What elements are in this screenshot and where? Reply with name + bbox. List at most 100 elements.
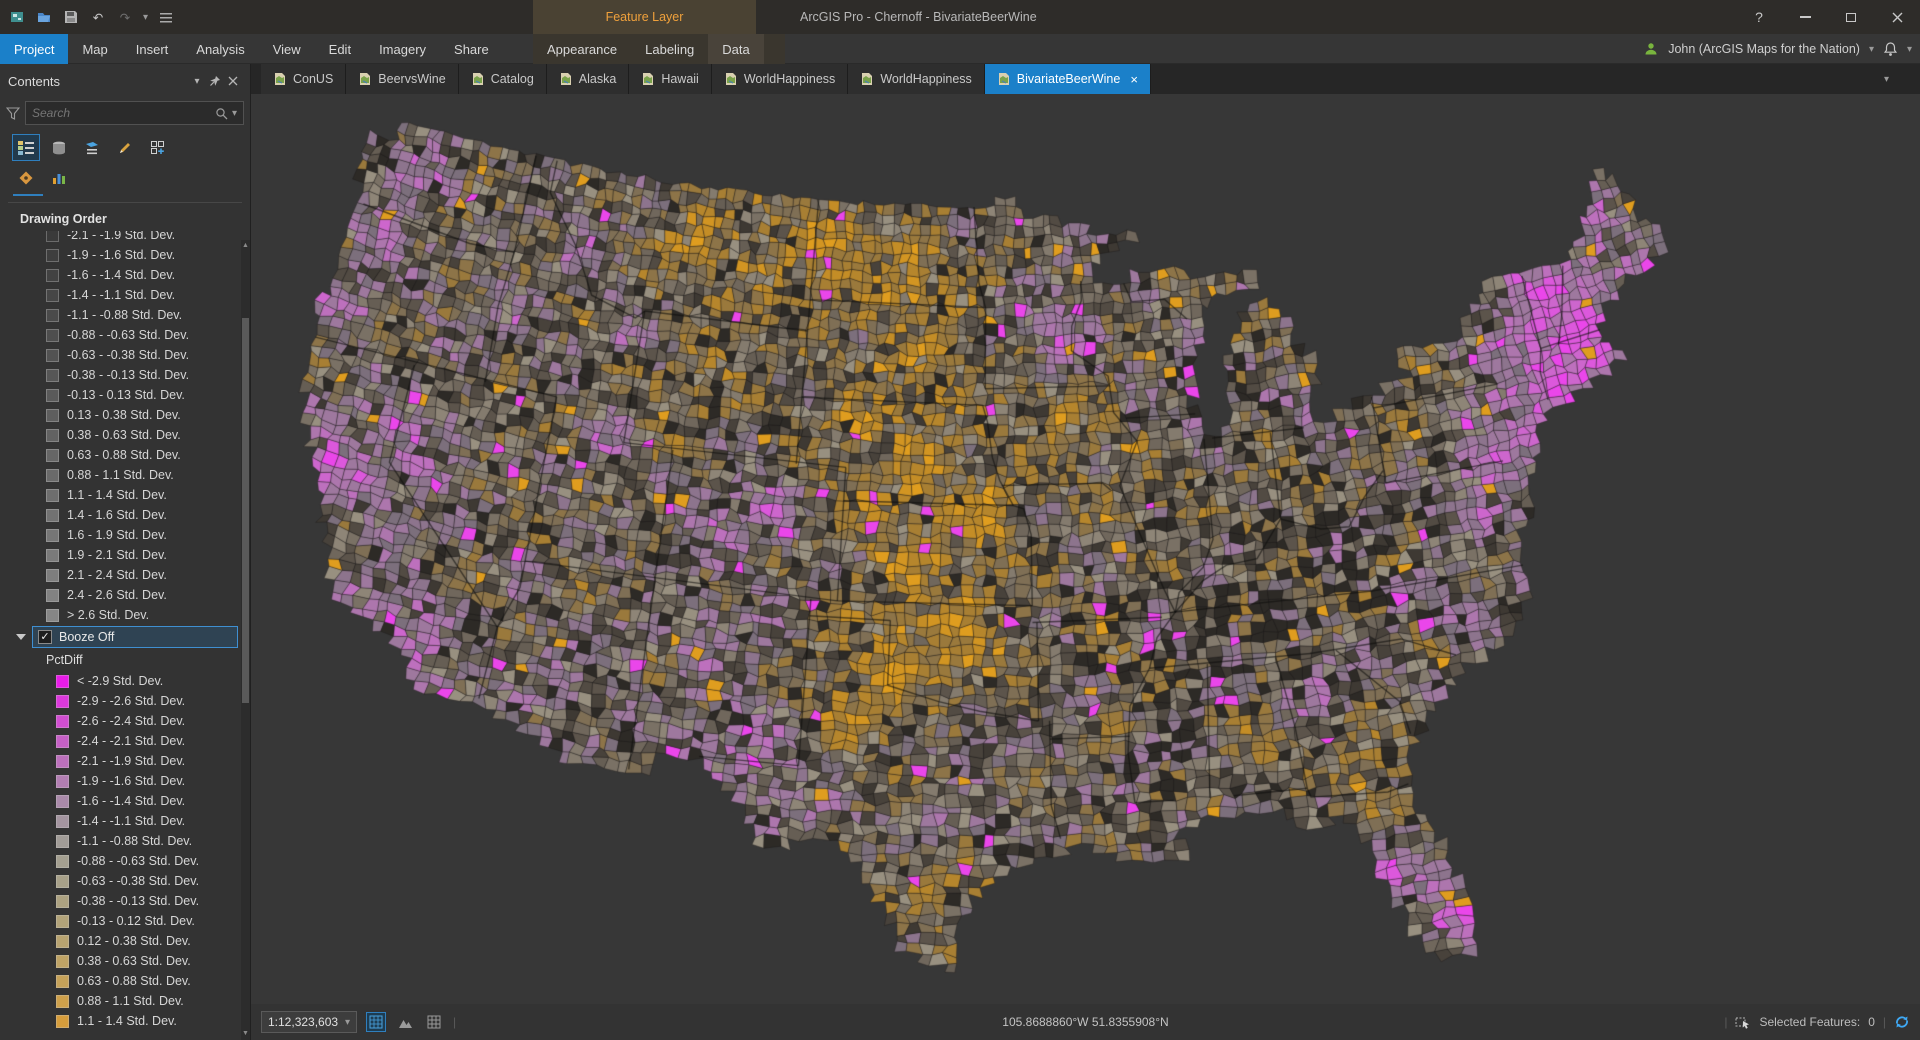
ribbon-tab[interactable]: Insert (122, 34, 183, 64)
search-input[interactable] (32, 106, 211, 120)
list-by-selection-icon[interactable] (78, 134, 106, 161)
legend-class-row[interactable]: -1.9 - -1.6 Std. Dev. (0, 771, 250, 791)
list-by-data-source-icon[interactable] (45, 134, 73, 161)
project-icon[interactable] (8, 8, 26, 26)
legend-class-row[interactable]: 1.9 - 2.1 Std. Dev. (0, 545, 250, 565)
legend-class-row[interactable]: 1.1 - 1.4 Std. Dev. (0, 485, 250, 505)
legend-class-row[interactable]: -0.63 - -0.38 Std. Dev. (0, 871, 250, 891)
layer-visibility-checkbox[interactable]: ✓ (38, 630, 52, 644)
legend-class-row[interactable]: -0.13 - 0.12 Std. Dev. (0, 911, 250, 931)
legend-class-row[interactable]: -0.88 - -0.63 Std. Dev. (0, 325, 250, 345)
view-tab[interactable]: BeervsWine × (346, 64, 459, 94)
notifications-bell-icon[interactable] (1883, 41, 1898, 57)
view-tab[interactable]: Hawaii × (629, 64, 712, 94)
legend-class-row[interactable]: -0.38 - -0.13 Std. Dev. (0, 365, 250, 385)
ribbon-tab[interactable]: Project (0, 34, 69, 64)
legend-class-row[interactable]: -1.4 - -1.1 Std. Dev. (0, 811, 250, 831)
terrain-mode-icon[interactable] (395, 1012, 415, 1032)
legend-class-row[interactable]: 0.88 - 1.1 Std. Dev. (0, 991, 250, 1011)
legend-class-row[interactable]: -1.1 - -0.88 Std. Dev. (0, 305, 250, 325)
selected-layer-box[interactable]: ✓ Booze Off (32, 626, 238, 648)
legend-class-row[interactable]: 0.12 - 0.38 Std. Dev. (0, 931, 250, 951)
legend-class-row[interactable]: > 2.6 Std. Dev. (0, 605, 250, 625)
legend-class-row[interactable]: -0.88 - -0.63 Std. Dev. (0, 851, 250, 871)
layer-expander-icon[interactable] (16, 634, 26, 640)
legend-class-row[interactable]: -2.4 - -2.1 Std. Dev. (0, 731, 250, 751)
quick-access-caret-icon[interactable]: ▾ (143, 12, 148, 23)
contextual-tab-group[interactable]: Feature Layer (533, 0, 756, 34)
scrollbar-thumb[interactable] (242, 318, 249, 703)
customize-toolbar-icon[interactable] (157, 8, 175, 26)
list-by-snapping-icon[interactable] (144, 134, 172, 161)
legend-class-row[interactable]: 0.38 - 0.63 Std. Dev. (0, 425, 250, 445)
legend-class-row[interactable]: < -2.9 Std. Dev. (0, 671, 250, 691)
ribbon-tab[interactable]: Imagery (365, 34, 440, 64)
undo-icon[interactable]: ↶ (89, 8, 107, 26)
contextual-ribbon-tab[interactable]: Appearance (533, 34, 631, 64)
legend-class-row[interactable]: 0.63 - 0.88 Std. Dev. (0, 445, 250, 465)
maximize-button[interactable] (1828, 0, 1874, 34)
legend-class-row[interactable]: -2.1 - -1.9 Std. Dev. (0, 751, 250, 771)
view-tab[interactable]: Alaska × (546, 64, 630, 94)
graticule-toggle-icon[interactable] (366, 1012, 386, 1032)
user-menu-caret-icon[interactable]: ▾ (1869, 44, 1874, 55)
pane-menu-caret-icon[interactable]: ▾ (188, 72, 206, 90)
legend-class-row[interactable]: 1.4 - 1.6 Std. Dev. (0, 505, 250, 525)
scroll-down-icon[interactable]: ▼ (241, 1028, 250, 1040)
close-button[interactable] (1874, 0, 1920, 34)
open-project-icon[interactable] (35, 8, 53, 26)
legend-class-row[interactable]: 0.88 - 1.1 Std. Dev. (0, 465, 250, 485)
pane-pin-icon[interactable] (206, 72, 224, 90)
legend-class-row[interactable]: -1.9 - -1.6 Std. Dev. (0, 245, 250, 265)
redo-icon[interactable]: ↷ (116, 8, 134, 26)
view-tab[interactable]: Catalog × (458, 64, 547, 94)
ribbon-tab[interactable]: View (259, 34, 315, 64)
search-icon[interactable] (215, 107, 228, 120)
list-by-drawing-order-icon[interactable] (12, 134, 40, 161)
legend-class-row[interactable]: -2.6 - -2.4 Std. Dev. (0, 711, 250, 731)
grid-view-icon[interactable] (424, 1012, 444, 1032)
map-view-canvas[interactable] (251, 94, 1920, 1004)
list-by-charts-icon[interactable] (45, 164, 73, 191)
ribbon-tab[interactable]: Edit (315, 34, 365, 64)
pane-close-icon[interactable] (224, 72, 242, 90)
contextual-ribbon-tab[interactable]: Data (708, 34, 764, 64)
ribbon-tab[interactable]: Map (68, 34, 121, 64)
legend-class-row[interactable]: -1.6 - -1.4 Std. Dev. (0, 791, 250, 811)
ribbon-tab[interactable]: Share (440, 34, 503, 64)
tab-overflow-caret-icon[interactable]: ▾ (1884, 64, 1889, 94)
legend-class-row[interactable]: -0.38 - -0.13 Std. Dev. (0, 891, 250, 911)
legend-class-row[interactable]: -0.63 - -0.38 Std. Dev. (0, 345, 250, 365)
legend-class-row[interactable]: 2.1 - 2.4 Std. Dev. (0, 565, 250, 585)
legend-class-row[interactable]: 2.4 - 2.6 Std. Dev. (0, 585, 250, 605)
contextual-ribbon-tab[interactable]: Labeling (631, 34, 708, 64)
legend-class-row[interactable]: -1.1 - -0.88 Std. Dev. (0, 831, 250, 851)
close-tab-icon[interactable]: × (1130, 72, 1138, 87)
refresh-sync-icon[interactable] (1894, 1014, 1910, 1030)
save-icon[interactable] (62, 8, 80, 26)
filter-funnel-icon[interactable] (6, 106, 20, 120)
ribbon-collapse-caret-icon[interactable]: ▾ (1907, 44, 1912, 55)
search-options-caret-icon[interactable]: ▾ (232, 108, 237, 119)
scroll-up-icon[interactable]: ▲ (241, 240, 250, 252)
legend-class-row[interactable]: 0.63 - 0.88 Std. Dev. (0, 971, 250, 991)
legend-class-row[interactable]: -1.6 - -1.4 Std. Dev. (0, 265, 250, 285)
legend-class-row[interactable]: -2.9 - -2.6 Std. Dev. (0, 691, 250, 711)
minimize-button[interactable] (1782, 0, 1828, 34)
list-by-perspective-icon[interactable] (12, 164, 40, 191)
ribbon-tab[interactable]: Analysis (182, 34, 258, 64)
help-button[interactable]: ? (1736, 0, 1782, 34)
legend-class-row[interactable]: 1.6 - 1.9 Std. Dev. (0, 525, 250, 545)
signed-in-user[interactable]: John (ArcGIS Maps for the Nation) (1668, 42, 1860, 56)
view-tab[interactable]: WorldHappiness × (848, 64, 985, 94)
view-tab[interactable]: ConUS × (261, 64, 347, 94)
contents-scrollbar[interactable]: ▲ ▼ (241, 240, 250, 1040)
legend-class-row[interactable]: 0.13 - 0.38 Std. Dev. (0, 405, 250, 425)
view-tab[interactable]: WorldHappiness × (711, 64, 849, 94)
map-scale-selector[interactable]: 1:12,323,603 ▾ (261, 1011, 357, 1033)
legend-class-row[interactable]: -2.1 - -1.9 Std. Dev. (0, 231, 250, 245)
legend-class-row[interactable]: 0.38 - 0.63 Std. Dev. (0, 951, 250, 971)
legend-class-row[interactable]: -1.4 - -1.1 Std. Dev. (0, 285, 250, 305)
list-by-editing-icon[interactable] (111, 134, 139, 161)
legend-class-row[interactable]: 1.1 - 1.4 Std. Dev. (0, 1011, 250, 1031)
